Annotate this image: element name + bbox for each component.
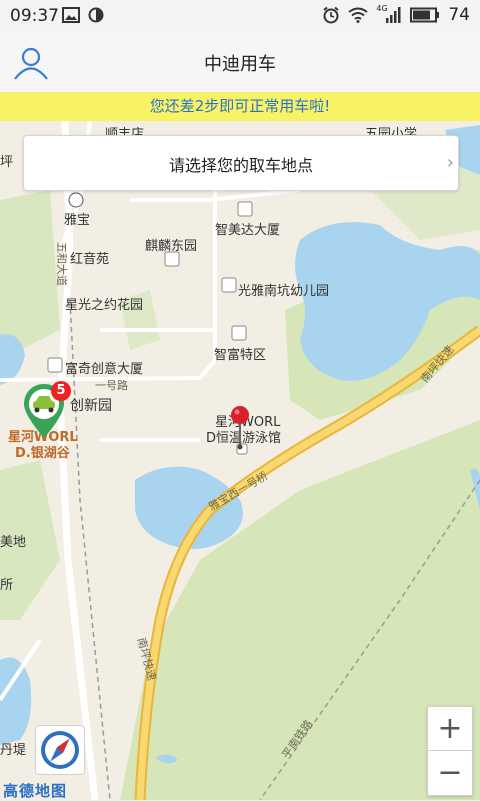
pickup-location-label: 请选择您的取车地点 <box>168 156 313 175</box>
current-location-pin <box>229 405 251 451</box>
location-pin-icon <box>231 406 249 450</box>
status-right: 4G 74 <box>322 4 470 25</box>
road-label: 五和大道 <box>55 242 68 286</box>
battery-icon <box>410 7 440 23</box>
data-saver-icon <box>88 7 104 23</box>
wifi-icon <box>348 7 368 23</box>
cellular-signal-icon: 4G <box>376 4 402 24</box>
zoom-in-button[interactable]: + <box>428 707 472 750</box>
poi-label: 丹堤 <box>0 743 27 758</box>
poi-label: 雅宝 <box>64 213 91 228</box>
poi-label: 星光之约花园 <box>65 298 144 313</box>
poi-label: 坪 <box>0 155 14 170</box>
poi-label: 富奇创意大厦 <box>65 362 144 377</box>
poi-label: 创新园 <box>70 398 112 414</box>
compass-icon <box>41 731 79 769</box>
poi-label: 麒麟东园 <box>145 239 198 254</box>
map-provider-logo: 高德地图 <box>3 782 68 800</box>
poi-label: 美地 <box>0 535 27 550</box>
status-time: 09:37 <box>10 6 59 26</box>
alarm-icon <box>323 6 339 24</box>
pickup-location-selector[interactable]: 请选择您的取车地点 › <box>23 135 459 191</box>
chevron-right-icon: › <box>446 152 454 173</box>
poi-label: 光雅南坑幼儿园 <box>238 284 330 299</box>
poi-label: D.银湖谷 <box>15 446 70 461</box>
poi-label: 所 <box>0 578 14 593</box>
zoom-controls: + − <box>427 706 473 796</box>
page-title: 中迪用车 <box>204 54 276 75</box>
app-header: 中迪用车 <box>0 32 480 93</box>
image-notification-icon <box>62 7 80 23</box>
battery-percent: 74 <box>448 5 470 25</box>
map-view[interactable]: 顺丰店 五园小学 雅宝 智美达大厦 麒麟东园 红音苑 光雅南坑幼儿园 星光之约花… <box>0 121 480 800</box>
zoom-out-button[interactable]: − <box>428 751 472 794</box>
status-bar: 09:37 4G 74 <box>0 0 480 32</box>
poi-label: 智富特区 <box>214 348 267 363</box>
poi-label: 璟 <box>463 121 476 123</box>
poi-label: 智美达大厦 <box>215 223 281 238</box>
road-label: 一号路 <box>95 379 128 392</box>
compass-button[interactable] <box>35 725 85 775</box>
notice-banner: 您还差2步即可正常用车啦! <box>0 92 480 121</box>
status-left-icons <box>62 7 104 23</box>
car-count-badge: 5 <box>51 381 71 401</box>
poi-label: 红音苑 <box>70 252 110 267</box>
